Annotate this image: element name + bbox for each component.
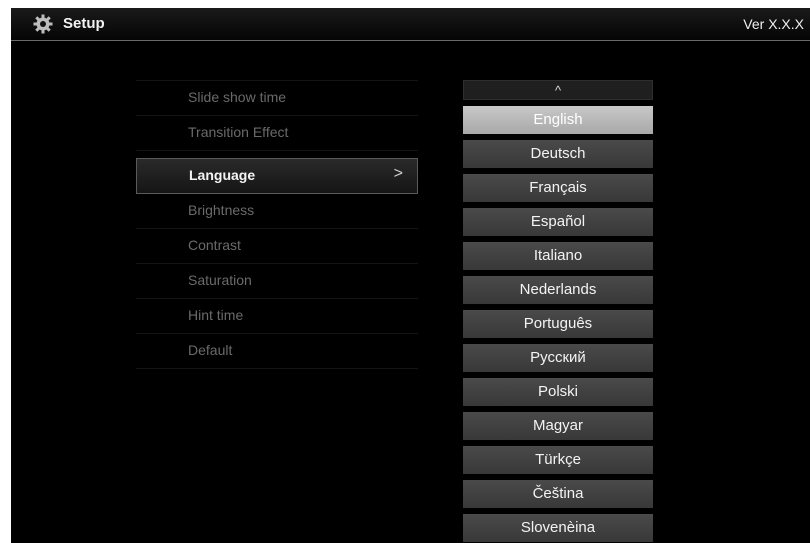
menu-item-transition-effect[interactable]: Transition Effect [136,116,418,151]
title-bar: Setup Ver X.X.X [11,8,810,41]
language-list: ^ English Deutsch Français Español Itali… [463,80,653,542]
setup-menu: Slide show time Transition Effect Langua… [136,80,418,369]
language-option-russian[interactable]: Русский [463,344,653,372]
gear-icon [33,14,53,34]
menu-item-default[interactable]: Default [136,334,418,369]
setup-screen: Setup Ver X.X.X Slide show time Transiti… [11,8,810,543]
menu-item-label: Default [188,342,233,358]
menu-item-label: Language [189,167,256,183]
menu-item-brightness[interactable]: Brightness [136,194,418,229]
page-title: Setup [63,15,105,32]
menu-item-language[interactable]: Language > [136,158,418,194]
language-option-francais[interactable]: Français [463,174,653,202]
language-option-nederlands[interactable]: Nederlands [463,276,653,304]
scroll-up-button[interactable]: ^ [463,80,653,100]
language-option-espanol[interactable]: Español [463,208,653,236]
menu-item-label: Transition Effect [188,124,289,140]
menu-item-slide-show-time[interactable]: Slide show time [136,80,418,116]
menu-item-label: Brightness [188,202,255,218]
language-option-turkce[interactable]: Türkçe [463,446,653,474]
menu-item-hint-time[interactable]: Hint time [136,299,418,334]
chevron-right-icon: > [393,165,403,182]
menu-item-saturation[interactable]: Saturation [136,264,418,299]
language-option-magyar[interactable]: Magyar [463,412,653,440]
language-option-slovencina[interactable]: Slovenèina [463,514,653,542]
menu-item-label: Hint time [188,307,244,323]
language-option-polski[interactable]: Polski [463,378,653,406]
menu-item-label: Slide show time [188,89,287,105]
language-option-deutsch[interactable]: Deutsch [463,140,653,168]
language-option-english[interactable]: English [463,106,653,134]
language-option-portugues[interactable]: Português [463,310,653,338]
menu-item-label: Contrast [188,237,241,253]
language-option-cestina[interactable]: Čeština [463,480,653,508]
language-option-italiano[interactable]: Italiano [463,242,653,270]
menu-item-label: Saturation [188,272,252,288]
version-label: Ver X.X.X [743,16,804,32]
menu-item-contrast[interactable]: Contrast [136,229,418,264]
